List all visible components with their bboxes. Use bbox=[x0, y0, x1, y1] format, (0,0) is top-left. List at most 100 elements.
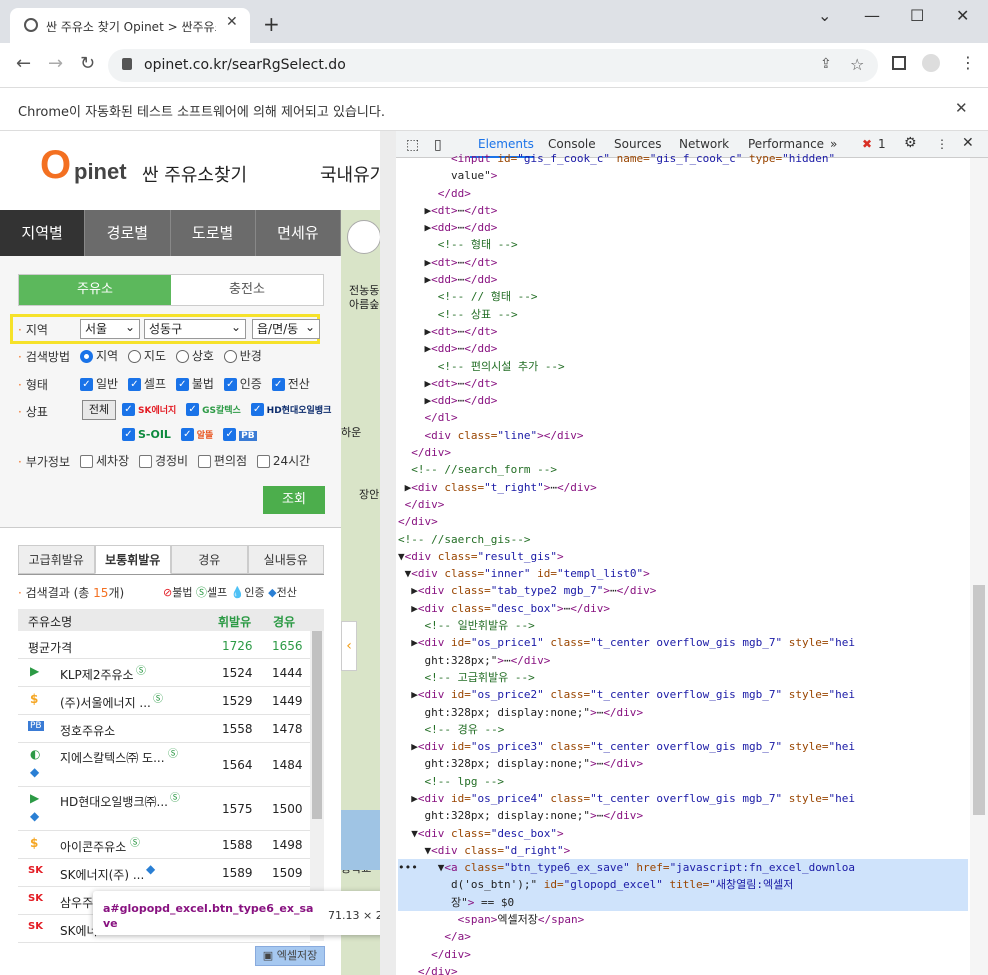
checkbox-icon[interactable]: ✓ bbox=[127, 378, 141, 391]
dom-tree-line[interactable]: <span>엑셀저장</span> bbox=[398, 911, 968, 928]
tab-kerosene[interactable]: 실내등유 bbox=[247, 545, 324, 574]
checkbox-icon[interactable]: ✓ bbox=[223, 378, 237, 391]
browser-tab[interactable]: 싼 주유소 찾기 Opinet > 싼주유소 ✕ bbox=[10, 8, 250, 43]
checkbox-icon[interactable]: ✓ bbox=[122, 403, 135, 416]
brand-all-button[interactable]: 전체 bbox=[82, 400, 116, 420]
dom-tree-line[interactable]: <!-- 상표 --> bbox=[398, 306, 968, 323]
dom-tree-line[interactable]: <!-- 편의시설 추가 --> bbox=[398, 358, 968, 375]
dom-tree-line[interactable]: </div> bbox=[398, 444, 968, 461]
side-panel-icon[interactable] bbox=[892, 56, 906, 70]
dom-tree-line[interactable]: ▶<div id="os_price4" class="t_center ove… bbox=[398, 790, 968, 807]
dom-tree-line[interactable]: ▶<dd>⋯</dd> bbox=[398, 340, 968, 357]
dom-tree-line[interactable]: </div> bbox=[398, 513, 968, 530]
table-row[interactable]: ◐ ◆ 지에스칼텍스㈜ 도... Ⓢ 1564 1484 bbox=[18, 743, 310, 787]
type-certified[interactable]: ✓ 인증 bbox=[223, 377, 262, 391]
dom-tree-line[interactable]: value"> bbox=[398, 167, 968, 184]
dom-tree-line[interactable]: ▼<div class="inner" id="templ_list0"> bbox=[398, 565, 968, 582]
excel-save-button[interactable]: ▣ 엑셀저장 bbox=[255, 946, 325, 966]
station-name[interactable]: KLP제2주유소 bbox=[60, 666, 134, 683]
dom-tree-line[interactable]: ▶<div id="os_price1" class="t_center ove… bbox=[398, 634, 968, 651]
tab-taxfree[interactable]: 면세유 bbox=[256, 210, 341, 256]
checkbox-icon[interactable]: ✓ bbox=[271, 378, 285, 391]
new-tab-icon[interactable]: + bbox=[263, 12, 280, 36]
table-row[interactable]: PB 정호주유소 1558 1478 bbox=[18, 715, 310, 743]
table-scroll-thumb[interactable] bbox=[312, 631, 322, 819]
dom-tree-line[interactable]: ▶<dd>⋯</dd> bbox=[398, 392, 968, 409]
dom-tree-line[interactable]: <!-- 형태 --> bbox=[398, 236, 968, 253]
gas-station-toggle[interactable]: 주유소 bbox=[19, 275, 171, 305]
dom-tree-line[interactable]: ••• ▼<a class="btn_type6_ex_save" href="… bbox=[398, 859, 968, 877]
map-area[interactable]: 전농동 아름숲 하운 장안 중학교 bbox=[341, 210, 380, 975]
collapse-panel-icon[interactable]: ‹ bbox=[341, 621, 357, 671]
dom-tree-line[interactable]: <!-- //saerch_gis--> bbox=[398, 531, 968, 548]
checkbox-icon[interactable]: ✓ bbox=[80, 378, 93, 391]
dom-tree-line[interactable]: ▼<div class="result_gis"> bbox=[398, 548, 968, 565]
tab-route[interactable]: 경로별 bbox=[85, 210, 171, 256]
checkbox-icon[interactable] bbox=[138, 455, 152, 468]
share-icon[interactable]: ⇪ bbox=[820, 56, 832, 72]
checkbox-icon[interactable] bbox=[197, 455, 211, 468]
sigungu-select[interactable]: 성동구 bbox=[144, 318, 246, 339]
dom-tree-line[interactable]: <!-- 경유 --> bbox=[398, 721, 968, 738]
dong-select[interactable]: 읍/면/동 bbox=[252, 318, 320, 339]
type-computer[interactable]: ✓ 전산 bbox=[271, 377, 310, 391]
tab-search-icon[interactable]: ⌄ bbox=[818, 6, 831, 25]
checkbox-icon[interactable]: ✓ bbox=[122, 428, 135, 441]
sido-select[interactable]: 서울 bbox=[80, 318, 140, 339]
dom-tree-line[interactable]: ▶<div class="t_right">⋯</div> bbox=[398, 479, 968, 496]
dom-tree-line[interactable]: </a> bbox=[398, 928, 968, 945]
extra-carwash[interactable]: 세차장 bbox=[80, 454, 129, 468]
type-self[interactable]: ✓ 셀프 bbox=[127, 377, 166, 391]
extra-repair[interactable]: 경정비 bbox=[138, 454, 188, 468]
tab-road[interactable]: 도로별 bbox=[171, 210, 256, 256]
dom-tree-line[interactable]: ▼<div class="d_right"> bbox=[398, 842, 968, 859]
extra-store[interactable]: 편의점 bbox=[197, 454, 247, 468]
dom-tree-line[interactable]: ght:328px;">⋯</div> bbox=[398, 652, 968, 669]
infobar-close-icon[interactable]: ✕ bbox=[955, 99, 968, 117]
more-tabs-icon[interactable]: » bbox=[830, 137, 837, 151]
tab-diesel[interactable]: 경유 bbox=[171, 545, 248, 574]
dom-tree-line[interactable]: ght:328px; display:none;">⋯</div> bbox=[398, 807, 968, 824]
checkbox-icon[interactable] bbox=[256, 455, 270, 468]
radio-icon[interactable] bbox=[175, 350, 189, 363]
type-general[interactable]: ✓ 일반 bbox=[80, 377, 118, 391]
devtools-close-icon[interactable]: ✕ bbox=[962, 135, 974, 151]
checkbox-icon[interactable]: ✓ bbox=[186, 403, 200, 416]
dom-tree-line[interactable]: <div class="line"></div> bbox=[398, 427, 968, 444]
table-row[interactable]: SK SK에너지(주) ... ◆ 1589 1509 bbox=[18, 859, 310, 887]
tab-regular-gasoline[interactable]: 보통휘발유 bbox=[94, 545, 171, 574]
bookmark-star-icon[interactable]: ☆ bbox=[850, 55, 864, 74]
station-name[interactable]: HD현대오일뱅크㈜... bbox=[60, 793, 168, 810]
checkbox-icon[interactable]: ✓ bbox=[180, 428, 194, 441]
dom-tree-line[interactable]: </div> bbox=[398, 946, 968, 963]
station-name[interactable]: 삼우주 bbox=[60, 894, 93, 911]
charge-station-toggle[interactable]: 충전소 bbox=[171, 275, 323, 305]
dom-tree-line[interactable]: ▶<dt>⋯</dt> bbox=[398, 375, 968, 392]
table-row[interactable]: ▶ ◆ HD현대오일뱅크㈜... Ⓢ 1575 1500 bbox=[18, 787, 310, 831]
dom-tree-line[interactable]: ▶<dt>⋯</dt> bbox=[398, 202, 968, 219]
station-name[interactable]: 정호주유소 bbox=[60, 722, 115, 739]
dom-tree-line[interactable]: <!-- 고급휘발유 --> bbox=[398, 669, 968, 686]
forward-icon[interactable]: → bbox=[48, 53, 63, 74]
method-radius[interactable]: 반경 bbox=[223, 349, 262, 363]
maximize-icon[interactable]: ☐ bbox=[910, 6, 924, 25]
dom-tree-line[interactable]: ▶<div class="tab_type2 mgb_7">⋯</div> bbox=[398, 582, 968, 599]
devtools-tab-network[interactable]: Network bbox=[679, 137, 729, 151]
dom-tree-line[interactable]: </dd> bbox=[398, 185, 968, 202]
minimize-icon[interactable]: — bbox=[864, 6, 880, 25]
dom-tree-line[interactable]: <!-- 일반휘발유 --> bbox=[398, 617, 968, 634]
map-compass-icon[interactable] bbox=[347, 220, 380, 254]
dom-tree-line[interactable]: ▶<dd>⋯</dd> bbox=[398, 219, 968, 236]
dom-tree-line[interactable]: ▶<dt>⋯</dt> bbox=[398, 323, 968, 340]
extra-24h[interactable]: 24시간 bbox=[256, 454, 310, 468]
dom-tree-line[interactable]: ▶<dt>⋯</dt> bbox=[398, 254, 968, 271]
devtools-tab-performance[interactable]: Performance bbox=[748, 137, 824, 151]
station-name[interactable]: SK에너 bbox=[60, 922, 98, 939]
station-name[interactable]: 아이콘주유소 bbox=[60, 838, 126, 855]
radio-icon[interactable] bbox=[223, 350, 237, 363]
station-name[interactable]: SK에너지(주) ... bbox=[60, 866, 144, 883]
dom-tree-line[interactable]: ▶<div id="os_price2" class="t_center ove… bbox=[398, 686, 968, 703]
table-row[interactable]: $ 아이콘주유소 Ⓢ 1588 1498 bbox=[18, 831, 310, 859]
table-row[interactable]: $ (주)서울에너지 ... Ⓢ 1529 1449 bbox=[18, 687, 310, 715]
search-button[interactable]: 조회 bbox=[263, 486, 325, 514]
